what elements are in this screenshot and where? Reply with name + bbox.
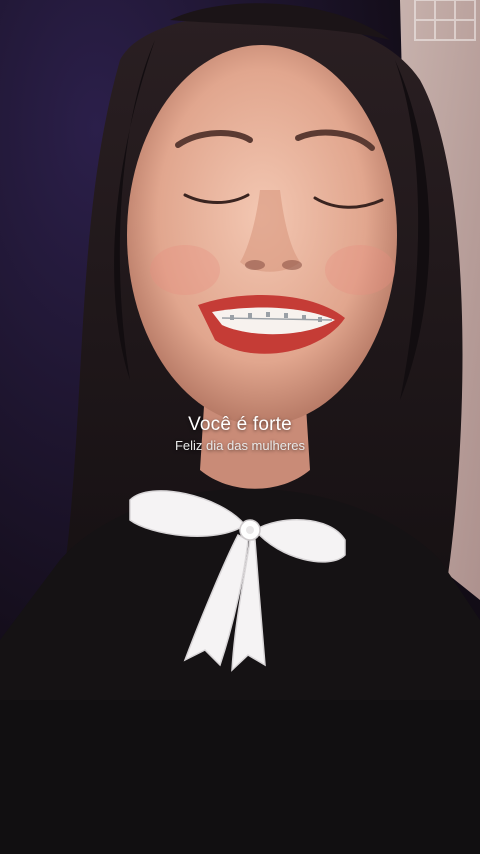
- caption-title: Você é forte: [188, 414, 292, 435]
- caption-subtitle: Feliz dia das mulheres: [174, 438, 306, 453]
- video-frame: Você é forte Feliz dia das mulheres: [0, 0, 480, 854]
